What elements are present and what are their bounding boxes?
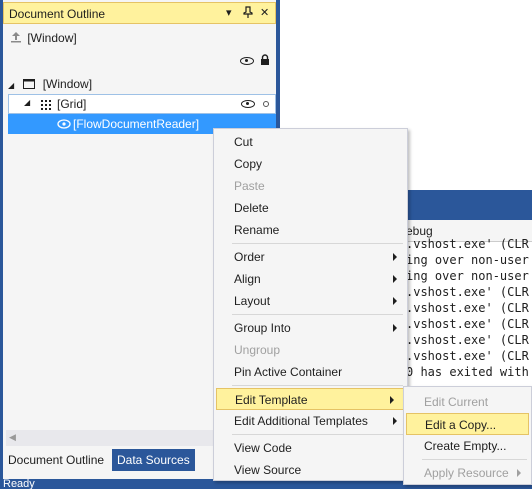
- menu-separator: [232, 385, 403, 386]
- root-window-label: [Window]: [27, 31, 77, 45]
- menu-separator: [232, 314, 403, 315]
- menu-item-create-empty[interactable]: Create Empty...: [404, 435, 531, 457]
- menu-item-label: Pin Active Container: [234, 365, 343, 379]
- flowdocument-icon: [57, 118, 71, 132]
- menu-item-rename[interactable]: Rename: [214, 219, 407, 241]
- pin-icon[interactable]: [243, 6, 253, 21]
- menu-item-label: Ungroup: [234, 343, 281, 357]
- menu-item-cut[interactable]: Cut: [214, 131, 407, 153]
- output-line: .vshost.exe' (CLR: [406, 237, 529, 251]
- submenu-arrow-icon: [393, 324, 397, 332]
- tree-item-label: [Window]: [42, 77, 93, 91]
- panel-header: Document Outline ▾ ✕: [3, 2, 276, 24]
- menu-item-label: Edit Template: [235, 393, 308, 407]
- submenu-arrow-icon: [390, 396, 394, 404]
- output-line: .vshost.exe' (CLR: [406, 285, 529, 299]
- menu-item-edit-additional-templates[interactable]: Edit Additional Templates: [214, 410, 407, 432]
- panel-title: Document Outline: [9, 7, 106, 21]
- menu-item-label: Paste: [234, 179, 265, 193]
- menu-item-view-source[interactable]: View Source: [214, 459, 407, 481]
- tree-item-label: [FlowDocumentReader]: [73, 117, 200, 131]
- menu-separator: [422, 459, 527, 460]
- lock-icon[interactable]: [260, 54, 270, 69]
- window-icon: [23, 75, 39, 95]
- submenu-arrow-icon: [393, 275, 397, 283]
- submenu-arrow-icon: [517, 469, 521, 477]
- submenu-arrow-icon: [393, 297, 397, 305]
- menu-item-pin-active-container[interactable]: Pin Active Container: [214, 361, 407, 383]
- tree-item-grid[interactable]: ◢ [Grid]: [8, 94, 276, 114]
- menu-item-edit-current[interactable]: Edit Current: [404, 391, 531, 413]
- menu-separator: [232, 243, 403, 244]
- tab-data-sources[interactable]: Data Sources: [112, 449, 195, 471]
- menu-item-label: Edit Additional Templates: [234, 414, 368, 428]
- tree-item-window[interactable]: ◢ [Window]: [8, 74, 92, 94]
- menu-item-label: Layout: [234, 294, 271, 308]
- visibility-eye-icon[interactable]: [241, 100, 255, 108]
- output-line: 0 has exited with: [406, 365, 529, 379]
- menu-item-layout[interactable]: Layout: [214, 290, 407, 312]
- menu-item-label: Group Into: [234, 321, 291, 335]
- menu-separator: [232, 434, 403, 435]
- menu-item-label: Edit a Copy...: [425, 418, 497, 432]
- status-text: Ready: [3, 479, 35, 489]
- submenu-arrow-icon: [393, 417, 397, 425]
- menu-item-copy[interactable]: Copy: [214, 153, 407, 175]
- menu-item-label: View Source: [234, 463, 302, 477]
- output-line: ing over non-user: [406, 253, 529, 267]
- menu-item-label: Create Empty...: [424, 439, 507, 453]
- tree-item-label: [Grid]: [57, 97, 87, 111]
- menu-item-edit-template[interactable]: Edit Template: [216, 388, 405, 410]
- menu-item-delete[interactable]: Delete: [214, 197, 407, 219]
- menu-item-label: Align: [234, 272, 261, 286]
- edit-template-submenu: Edit Current Edit a Copy... Create Empty…: [403, 386, 532, 485]
- output-line: .vshost.exe' (CLR: [406, 301, 529, 315]
- tab-document-outline[interactable]: Document Outline: [3, 449, 110, 471]
- menu-item-label: Apply Resource: [424, 466, 509, 480]
- scope-up-icon[interactable]: [10, 29, 24, 49]
- menu-item-paste[interactable]: Paste: [214, 175, 407, 197]
- context-menu: Cut Copy Paste Delete Rename Order Align…: [213, 128, 408, 481]
- root-window-item[interactable]: [Window]: [10, 28, 77, 48]
- submenu-arrow-icon: [393, 253, 397, 261]
- menu-item-edit-a-copy[interactable]: Edit a Copy...: [406, 413, 529, 435]
- menu-item-apply-resource[interactable]: Apply Resource: [404, 462, 531, 484]
- dropdown-arrow-icon[interactable]: ▾: [226, 6, 232, 19]
- scroll-left-icon[interactable]: ◀: [9, 432, 16, 443]
- close-icon[interactable]: ✕: [260, 6, 269, 19]
- output-line: .vshost.exe' (CLR: [406, 333, 529, 347]
- menu-item-label: Edit Current: [424, 395, 489, 409]
- visibility-eye-icon[interactable]: [240, 57, 254, 65]
- menu-item-group-into[interactable]: Group Into: [214, 317, 407, 339]
- output-line: .vshost.exe' (CLR: [406, 317, 529, 331]
- menu-item-label: Order: [234, 250, 265, 264]
- menu-item-label: View Code: [234, 441, 292, 455]
- menu-item-view-code[interactable]: View Code: [214, 437, 407, 459]
- expand-arrow-icon[interactable]: ◢: [24, 98, 30, 107]
- menu-item-label: Copy: [234, 157, 263, 171]
- menu-item-label: Rename: [234, 223, 280, 237]
- menu-item-order[interactable]: Order: [214, 246, 407, 268]
- menu-item-ungroup[interactable]: Ungroup: [214, 339, 407, 361]
- grid-icon: [41, 99, 51, 113]
- lock-toggle-icon[interactable]: [263, 101, 269, 107]
- expand-arrow-icon[interactable]: ◢: [8, 76, 20, 96]
- menu-item-label: Cut: [234, 135, 253, 149]
- output-line: ing over non-user: [406, 269, 529, 283]
- menu-item-align[interactable]: Align: [214, 268, 407, 290]
- menu-item-label: Delete: [234, 201, 269, 215]
- output-line: .vshost.exe' (CLR: [406, 349, 529, 363]
